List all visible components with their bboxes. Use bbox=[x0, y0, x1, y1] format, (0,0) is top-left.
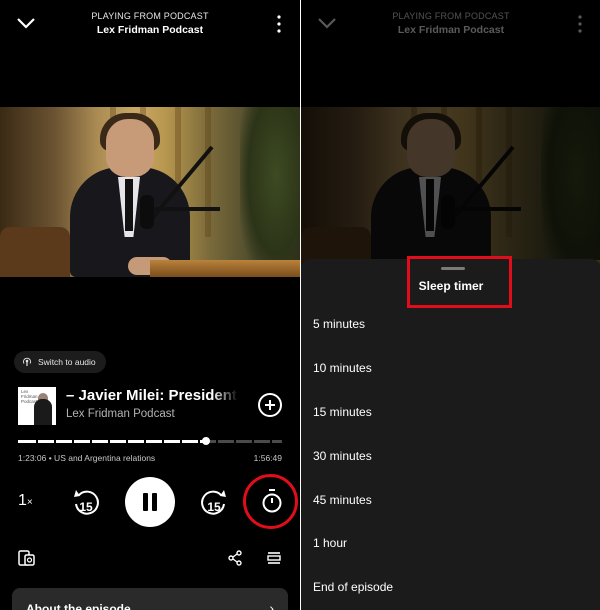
timer-option-15-minutes[interactable]: 15 minutes bbox=[313, 405, 372, 419]
video-frame[interactable] bbox=[0, 107, 300, 277]
playing-from-label: PLAYING FROM PODCAST bbox=[392, 11, 510, 21]
add-to-library-button[interactable] bbox=[258, 393, 282, 417]
timer-option-10-minutes[interactable]: 10 minutes bbox=[313, 361, 372, 375]
switch-to-audio-label: Switch to audio bbox=[38, 357, 96, 367]
episode-title[interactable]: – Javier Milei: President bbox=[66, 387, 238, 407]
skip-back-seconds: 15 bbox=[79, 500, 93, 514]
chapter-divider bbox=[234, 440, 236, 443]
now-playing-screen: PLAYING FROM PODCAST Lex Fridman Podcast bbox=[0, 0, 300, 610]
chapter-divider bbox=[72, 440, 74, 443]
chapter-divider bbox=[180, 440, 182, 443]
chevron-right-icon: › bbox=[269, 600, 274, 610]
video-frame bbox=[301, 107, 600, 277]
timer-option-45-minutes[interactable]: 45 minutes bbox=[313, 493, 372, 507]
chapter-divider bbox=[162, 440, 164, 443]
table bbox=[150, 260, 300, 277]
speed-value: 1 bbox=[18, 492, 27, 509]
chapter-divider bbox=[126, 440, 128, 443]
chapter-divider bbox=[90, 440, 92, 443]
more-options-icon[interactable] bbox=[276, 14, 282, 34]
player-header: PLAYING FROM PODCAST Lex Fridman Podcast bbox=[301, 0, 600, 50]
timer-option-end-of-episode[interactable]: End of episode bbox=[313, 580, 393, 594]
chapter-divider bbox=[54, 440, 56, 443]
pause-button[interactable] bbox=[125, 477, 175, 527]
highlight-circle bbox=[243, 474, 298, 529]
player-header: PLAYING FROM PODCAST Lex Fridman Podcast bbox=[0, 0, 300, 50]
progress-played bbox=[18, 440, 206, 443]
chapter-divider bbox=[108, 440, 110, 443]
elapsed-time: 1:23:06 • US and Argentina relations bbox=[18, 453, 156, 463]
episode-artwork[interactable]: Lex Fridman Podcast bbox=[18, 387, 56, 425]
microphone bbox=[441, 195, 455, 229]
progress-bar[interactable] bbox=[18, 437, 282, 445]
about-episode-card[interactable]: About the episode › bbox=[12, 588, 288, 610]
plant bbox=[541, 107, 600, 277]
sleep-timer-screen: PLAYING FROM PODCAST Lex Fridman Podcast bbox=[300, 0, 600, 610]
timer-option-30-minutes[interactable]: 30 minutes bbox=[313, 449, 372, 463]
connect-device-icon[interactable] bbox=[18, 549, 36, 567]
chapter-divider bbox=[216, 440, 218, 443]
highlight-box bbox=[407, 256, 512, 308]
curtain-fold bbox=[205, 107, 211, 237]
curtain-fold bbox=[506, 107, 512, 237]
playing-from-label: PLAYING FROM PODCAST bbox=[91, 11, 209, 21]
playback-speed-button[interactable]: 1× bbox=[18, 492, 33, 510]
more-options-icon bbox=[578, 15, 582, 33]
duration-time: 1:56:49 bbox=[253, 453, 282, 463]
artwork-figure bbox=[34, 399, 52, 425]
plant bbox=[240, 107, 300, 277]
face bbox=[407, 119, 455, 177]
chapter-divider bbox=[36, 440, 38, 443]
podcast-icon bbox=[23, 357, 31, 366]
leather-chair bbox=[0, 227, 70, 277]
podcast-name: Lex Fridman Podcast bbox=[397, 24, 505, 36]
chapter-divider bbox=[144, 440, 146, 443]
show-name[interactable]: Lex Fridman Podcast bbox=[66, 408, 175, 420]
podcast-name: Lex Fridman Podcast bbox=[96, 24, 204, 36]
switch-to-audio-button[interactable]: Switch to audio bbox=[14, 351, 106, 373]
screenshot-pair: PLAYING FROM PODCAST Lex Fridman Podcast bbox=[0, 0, 600, 610]
chapter-divider bbox=[252, 440, 254, 443]
share-icon[interactable] bbox=[227, 550, 243, 566]
microphone bbox=[140, 195, 154, 229]
queue-icon[interactable] bbox=[267, 551, 281, 565]
face bbox=[106, 119, 154, 177]
skip-forward-button[interactable]: 15 bbox=[199, 487, 229, 517]
timer-option-5-minutes[interactable]: 5 minutes bbox=[313, 317, 365, 331]
timer-option-1-hour[interactable]: 1 hour bbox=[313, 536, 347, 550]
tie bbox=[426, 179, 434, 231]
tie bbox=[125, 179, 133, 231]
chapter-divider bbox=[198, 440, 200, 443]
chapter-divider bbox=[270, 440, 272, 443]
sleep-timer-sheet: Sleep timer 5 minutes 10 minutes 15 minu… bbox=[301, 256, 600, 610]
progress-knob[interactable] bbox=[202, 437, 210, 445]
skip-forward-seconds: 15 bbox=[207, 500, 221, 514]
about-episode-label: About the episode bbox=[26, 602, 131, 610]
speed-suffix: × bbox=[26, 497, 33, 508]
skip-back-button[interactable]: 15 bbox=[71, 487, 101, 517]
